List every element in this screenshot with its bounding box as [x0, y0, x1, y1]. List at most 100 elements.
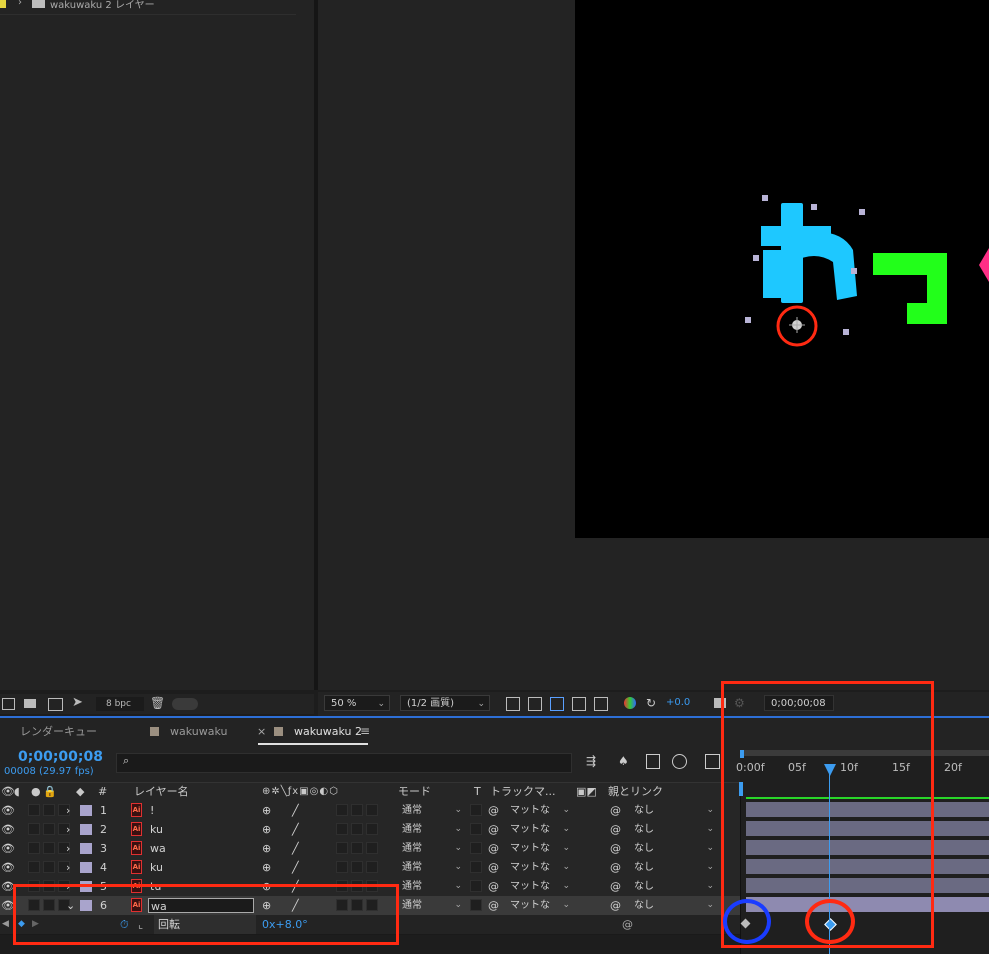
solo-toggle[interactable]: [43, 804, 55, 816]
preserve-transparency[interactable]: [470, 861, 482, 873]
solo-toggle[interactable]: [43, 861, 55, 873]
parent-select[interactable]: なし ⌄: [630, 860, 716, 875]
keyframe-nav-prev-icon[interactable]: ◀: [2, 915, 9, 934]
table-row[interactable]: 👁 › 4 Ai ku ⊕ ╱ 通常 ⌄ @ マットな ⌄ @ なし ⌄: [0, 858, 740, 878]
effect-switch[interactable]: [336, 861, 348, 873]
quality-switch-icon[interactable]: ╱: [292, 858, 299, 877]
fast-preview-icon[interactable]: [506, 697, 520, 711]
table-row[interactable]: 👁 › 1 Ai ! ⊕ ╱ 通常 ⌄ @ マットな ⌄ @ なし ⌄: [0, 801, 740, 821]
expression-pickwhip-icon[interactable]: @: [622, 915, 633, 934]
label-color[interactable]: [80, 843, 92, 854]
preserve-transparency[interactable]: [470, 880, 482, 892]
label-color[interactable]: [80, 824, 92, 835]
matte-pickwhip-icon[interactable]: @: [488, 858, 499, 877]
quality-switch-icon[interactable]: ╱: [292, 820, 299, 839]
new-folder-icon[interactable]: [24, 699, 36, 708]
render-icon[interactable]: ➤: [72, 695, 83, 710]
mode-select[interactable]: 通常 ⌄: [398, 822, 464, 837]
blend-switch[interactable]: [351, 804, 363, 816]
track-matte-select[interactable]: マットな ⌄: [506, 803, 572, 818]
quality-switch-icon[interactable]: ╱: [292, 801, 299, 820]
preserve-transparency[interactable]: [470, 804, 482, 816]
tab-render-queue[interactable]: レンダーキュー: [20, 718, 97, 746]
transparency-grid-icon[interactable]: [528, 697, 542, 711]
grid-guides-icon[interactable]: [594, 697, 608, 711]
table-row[interactable]: 👁 › 2 Ai ku ⊕ ╱ 通常 ⌄ @ マットな ⌄ @ なし ⌄: [0, 820, 740, 840]
tab-wakuwaku-2[interactable]: wakuwaku 2: [294, 718, 362, 746]
audio-icon[interactable]: ◖: [14, 783, 20, 801]
reset-exposure-icon[interactable]: ↻: [646, 696, 656, 710]
motion-blur-switch[interactable]: [366, 861, 378, 873]
close-tab-icon[interactable]: ×: [257, 725, 266, 738]
layer-name[interactable]: ku: [150, 820, 163, 839]
mode-select[interactable]: 通常 ⌄: [398, 860, 464, 875]
solo-toggle[interactable]: [43, 823, 55, 835]
interpret-footage-icon[interactable]: [2, 698, 15, 710]
parent-pickwhip-icon[interactable]: @: [610, 877, 621, 896]
expand-chevron-icon[interactable]: ›: [66, 839, 70, 858]
project-item-folder[interactable]: › wakuwaku 2 レイヤー: [0, 0, 296, 15]
solo-toggle[interactable]: [43, 842, 55, 854]
composition-mini-flowchart-icon[interactable]: ⇶: [586, 754, 596, 768]
blend-switch[interactable]: [351, 823, 363, 835]
motion-blur-switch[interactable]: [366, 823, 378, 835]
preserve-transparency[interactable]: [470, 899, 482, 911]
preserve-transparency[interactable]: [470, 842, 482, 854]
matte-pickwhip-icon[interactable]: @: [488, 839, 499, 858]
mask-visibility-icon[interactable]: [550, 697, 564, 711]
matte-pickwhip-icon[interactable]: @: [488, 820, 499, 839]
motion-blur-switch[interactable]: [366, 842, 378, 854]
expand-chevron-icon[interactable]: ›: [66, 801, 70, 820]
shy-switch-icon[interactable]: ⊕: [262, 858, 271, 877]
zoom-select[interactable]: 50 % ⌄: [324, 695, 390, 711]
resolution-select[interactable]: (1/2 画質) ⌄: [400, 695, 490, 711]
parent-select[interactable]: なし ⌄: [630, 822, 716, 837]
visibility-eye-icon[interactable]: 👁: [1, 801, 15, 820]
shy-switch-icon[interactable]: ⊕: [262, 820, 271, 839]
parent-pickwhip-icon[interactable]: @: [610, 801, 621, 820]
track-matte-select[interactable]: マットな ⌄: [506, 841, 572, 856]
audio-toggle[interactable]: [28, 861, 40, 873]
parent-pickwhip-icon[interactable]: @: [610, 820, 621, 839]
parent-select[interactable]: なし ⌄: [630, 841, 716, 856]
quality-switch-icon[interactable]: ╱: [292, 839, 299, 858]
mode-select[interactable]: 通常 ⌄: [398, 803, 464, 818]
blend-switch[interactable]: [351, 861, 363, 873]
effect-switch[interactable]: [336, 842, 348, 854]
label-tag-icon[interactable]: ◆: [76, 783, 84, 801]
track-matte-select[interactable]: マットな ⌄: [506, 879, 572, 894]
region-of-interest-icon[interactable]: [572, 697, 586, 711]
visibility-eye-icon[interactable]: 👁: [1, 839, 15, 858]
frame-blending-icon[interactable]: [646, 754, 660, 769]
parent-select[interactable]: なし ⌄: [630, 898, 716, 913]
solo-icon[interactable]: ●: [31, 783, 41, 801]
lock-icon[interactable]: 🔒: [43, 783, 57, 801]
mode-select[interactable]: 通常 ⌄: [398, 841, 464, 856]
matte-pickwhip-icon[interactable]: @: [488, 801, 499, 820]
col-layer-name[interactable]: レイヤー名: [134, 783, 189, 801]
composition-viewer[interactable]: [575, 0, 989, 538]
graph-editor-icon[interactable]: [705, 754, 720, 769]
matte-pickwhip-icon[interactable]: @: [488, 877, 499, 896]
effect-switch[interactable]: [336, 823, 348, 835]
audio-toggle[interactable]: [28, 842, 40, 854]
visibility-eye-icon[interactable]: 👁: [1, 858, 15, 877]
track-matte-select[interactable]: マットな ⌄: [506, 898, 572, 913]
eye-icon[interactable]: 👁: [1, 783, 15, 801]
layer-name[interactable]: !: [150, 801, 154, 820]
scroll-thumb[interactable]: [172, 698, 198, 710]
shy-switch-icon[interactable]: ⊕: [262, 801, 271, 820]
motion-blur-icon[interactable]: [672, 754, 687, 769]
trash-icon[interactable]: 🗑: [150, 696, 165, 710]
parent-pickwhip-icon[interactable]: @: [610, 858, 621, 877]
exposure-value[interactable]: +0.0: [666, 697, 690, 708]
table-row[interactable]: 👁 › 3 Ai wa ⊕ ╱ 通常 ⌄ @ マットな ⌄ @ なし ⌄: [0, 839, 740, 859]
mode-select[interactable]: 通常 ⌄: [398, 879, 464, 894]
audio-toggle[interactable]: [28, 823, 40, 835]
motion-blur-switch[interactable]: [366, 804, 378, 816]
layer-search-input[interactable]: ⌕: [116, 753, 572, 773]
new-composition-icon[interactable]: [48, 698, 63, 711]
track-matte-select[interactable]: マットな ⌄: [506, 860, 572, 875]
matte-pickwhip-icon[interactable]: @: [488, 896, 499, 915]
layer-name[interactable]: ku: [150, 858, 163, 877]
